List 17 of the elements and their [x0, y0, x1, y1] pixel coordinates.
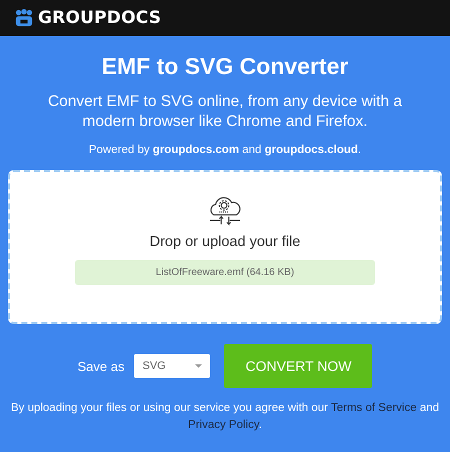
terms-notice: By uploading your files or using our service you agree with our Terms of Service and Privacy Policy. [10, 401, 440, 433]
format-dropdown[interactable]: SVG [134, 354, 210, 378]
file-chip: ListOfFreeware.emf (64.16 KB) [75, 260, 375, 285]
save-as-label: Save as [78, 358, 124, 374]
terms-link[interactable]: Terms of Service [331, 402, 417, 414]
drop-label: Drop or upload your file [150, 234, 300, 250]
groupdocs-cloud-link[interactable]: groupdocs.cloud [264, 144, 358, 156]
subtitle: Convert EMF to SVG online, from any device with a modern browser like Chrome and Firefox. [46, 92, 404, 132]
page-title: EMF to SVG Converter [102, 52, 348, 80]
drop-zone[interactable]: Drop or upload your file ListOfFreeware.emf (64.16 KB) [8, 170, 442, 324]
logo-icon [14, 9, 34, 27]
convert-button[interactable]: CONVERT NOW [224, 344, 372, 388]
privacy-link[interactable]: Privacy Policy [188, 419, 259, 431]
powered-by-text: Powered by groupdocs.com and groupdocs.cloud. [88, 144, 362, 156]
groupdocs-link[interactable]: groupdocs.com [152, 144, 240, 156]
caret-icon [195, 364, 202, 368]
brand-name[interactable]: GROUPDOCS [38, 8, 162, 28]
